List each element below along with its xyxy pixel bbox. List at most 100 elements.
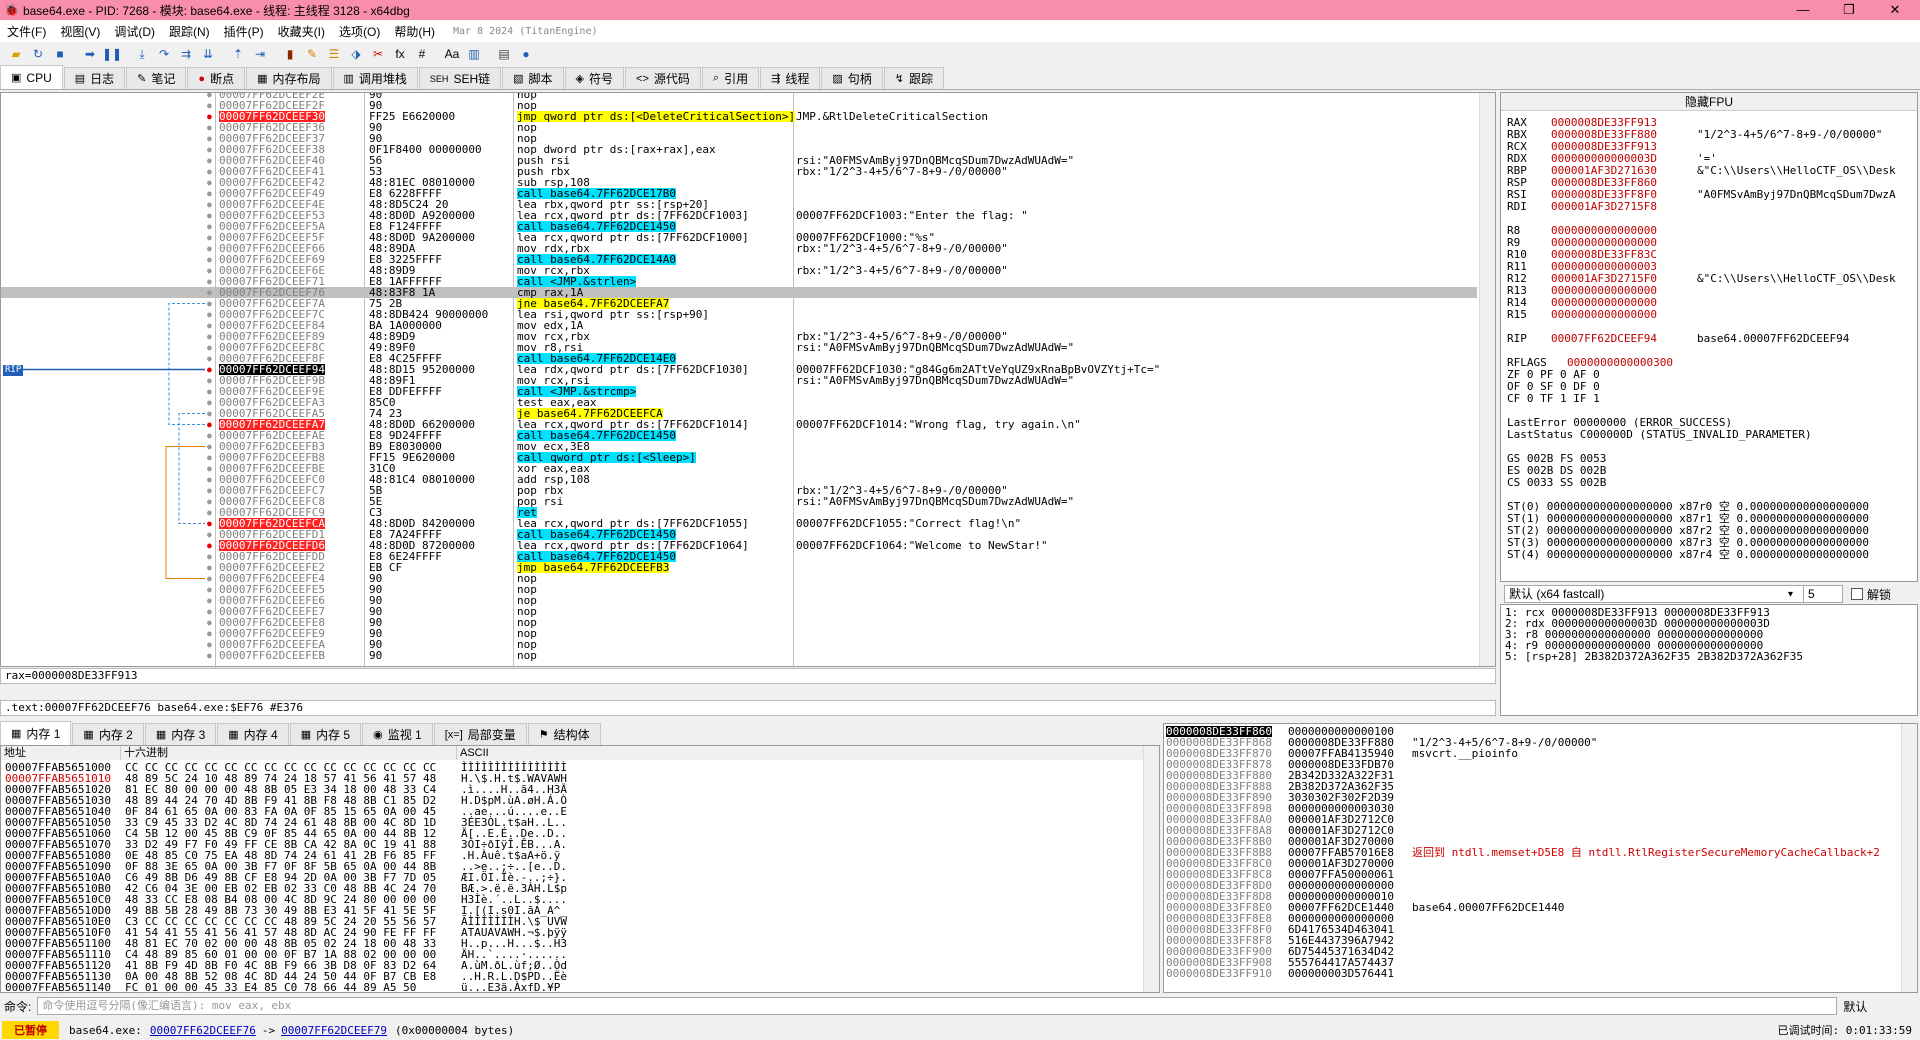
functions-icon[interactable]: fx — [390, 45, 410, 63]
breakpoint-dot-icon[interactable]: ● — [207, 573, 212, 584]
menu-file[interactable]: 文件(F) — [0, 23, 53, 40]
dump-scrollbar[interactable] — [1143, 746, 1159, 992]
labels-icon[interactable]: ⬗ — [346, 45, 366, 63]
tab-dump-2[interactable]: ▦ 内存 3 — [144, 723, 217, 745]
run-to-user-code-icon[interactable]: ⇥ — [250, 45, 270, 63]
close-button[interactable]: ✕ — [1872, 0, 1918, 20]
breakpoint-dot-icon[interactable]: ● — [207, 155, 212, 166]
tab-references[interactable]: ⌕ 引用 — [701, 67, 760, 89]
breakpoint-dot-icon[interactable]: ● — [207, 254, 212, 265]
stack-view[interactable]: 0000008DE33FF860 0000000000000100 0000008D… — [1163, 723, 1918, 993]
breakpoint-dot-icon[interactable]: ● — [207, 243, 212, 254]
breakpoint-dot-icon[interactable]: ● — [207, 606, 212, 617]
register-row[interactable]: R15 0000000000000000 — [1507, 309, 1657, 321]
restart-icon[interactable]: ↻ — [28, 45, 48, 63]
breakpoint-dot-icon[interactable]: ● — [207, 650, 212, 661]
breakpoint-dot-icon[interactable]: ● — [207, 353, 212, 364]
segment-row[interactable]: CS 0033 SS 002B — [1507, 477, 1606, 489]
menu-plugins[interactable]: 插件(P) — [217, 23, 271, 40]
breakpoint-dot-icon[interactable]: ● — [207, 375, 212, 386]
command-input[interactable]: 命令使用逗号分隔(像汇编语言): mov eax, ebx — [37, 997, 1838, 1015]
tab-dump-3[interactable]: ▦ 内存 4 — [217, 723, 289, 745]
breakpoint-dot-icon[interactable]: ● — [207, 518, 212, 529]
tab-dump-5[interactable]: ◉ 监视 1 — [362, 723, 433, 745]
register-row[interactable]: RDI 000001AF3D2715F8 — [1507, 201, 1657, 213]
breakpoint-dot-icon[interactable]: ● — [207, 485, 212, 496]
calculator-icon[interactable]: ▥ — [464, 45, 484, 63]
breakpoint-dot-icon[interactable]: ● — [207, 584, 212, 595]
breakpoint-dot-icon[interactable]: ● — [207, 397, 212, 408]
open-icon[interactable]: ▰ — [6, 45, 26, 63]
tab-threads[interactable]: ⇶ 线程 — [760, 67, 821, 89]
breakpoint-dot-icon[interactable]: ● — [207, 331, 212, 342]
tab-dump-6[interactable]: [x=] 局部变量 — [433, 723, 527, 745]
breakpoint-dot-icon[interactable]: ● — [207, 628, 212, 639]
comments-icon[interactable]: ☰ — [324, 45, 344, 63]
breakpoint-dot-icon[interactable]: ● — [207, 232, 212, 243]
minimize-button[interactable]: — — [1780, 0, 1826, 20]
disasm-row[interactable]: ● 00007FF62DCEEFEB 90 nop — [1, 650, 1477, 661]
breakpoint-dot-icon[interactable]: ● — [207, 199, 212, 210]
font-icon[interactable]: Aa — [442, 45, 462, 63]
status-to-address[interactable]: 00007FF62DCEEF79 — [281, 1024, 387, 1037]
bookmarks-icon[interactable]: ✂ — [368, 45, 388, 63]
manual-icon[interactable]: ▤ — [494, 45, 514, 63]
breakpoint-dot-icon[interactable]: ● — [207, 364, 212, 375]
tab-symbols[interactable]: ◈ 符号 — [564, 67, 625, 89]
about-icon[interactable]: ● — [516, 45, 536, 63]
memory-dump-view[interactable]: 地址 十六进制 ASCII 00007FFAB5651000 CC CC CC C… — [0, 745, 1160, 993]
breakpoint-dot-icon[interactable]: ● — [207, 133, 212, 144]
breakpoint-dot-icon[interactable]: ● — [207, 595, 212, 606]
breakpoint-dot-icon[interactable]: ● — [207, 309, 212, 320]
tab-notes[interactable]: ✎ 笔记 — [126, 67, 187, 89]
tab-breakpoints[interactable]: ● 断点 — [187, 67, 246, 89]
hide-fpu-button[interactable]: 隐藏FPU — [1501, 93, 1917, 111]
breakpoint-dot-icon[interactable]: ● — [207, 419, 212, 430]
breakpoint-dot-icon[interactable]: ● — [207, 430, 212, 441]
disassembly-scrollbar[interactable] — [1479, 93, 1495, 666]
menu-view[interactable]: 视图(V) — [53, 23, 107, 40]
breakpoint-dot-icon[interactable]: ● — [207, 144, 212, 155]
breakpoint-dot-icon[interactable]: ● — [207, 320, 212, 331]
step-into-icon[interactable]: ⤓ — [132, 45, 152, 63]
breakpoint-dot-icon[interactable]: ● — [207, 265, 212, 276]
breakpoint-dot-icon[interactable]: ● — [207, 463, 212, 474]
tab-dump-4[interactable]: ▦ 内存 5 — [289, 723, 362, 745]
breakpoint-dot-icon[interactable]: ● — [207, 474, 212, 485]
arguments-view[interactable]: 1: rcx 0000008DE33FF913 0000008DE33FF913… — [1500, 604, 1918, 716]
tab-dump-1[interactable]: ▦ 内存 2 — [72, 723, 144, 745]
breakpoint-dot-icon[interactable]: ● — [207, 540, 212, 551]
breakpoint-dot-icon[interactable]: ● — [207, 298, 212, 309]
breakpoint-dot-icon[interactable]: ● — [207, 93, 212, 100]
tab-cpu[interactable]: ▣ CPU — [0, 65, 63, 89]
execute-till-return-icon[interactable]: ⇡ — [228, 45, 248, 63]
flags-row[interactable]: CF 0 TF 1 IF 1 — [1507, 393, 1600, 405]
breakpoint-dot-icon[interactable]: ● — [207, 287, 212, 298]
breakpoint-dot-icon[interactable]: ● — [207, 507, 212, 518]
breakpoint-dot-icon[interactable]: ● — [207, 496, 212, 507]
breakpoint-dot-icon[interactable]: ● — [207, 100, 212, 111]
tab-dump-0[interactable]: ▦ 内存 1 — [0, 721, 72, 745]
menu-help[interactable]: 帮助(H) — [387, 23, 442, 40]
tab-seh[interactable]: SEH SEH链 — [418, 67, 502, 89]
unlock-checkbox[interactable] — [1851, 588, 1864, 600]
menu-debug[interactable]: 调试(D) — [107, 23, 162, 40]
breakpoint-dot-icon[interactable]: ● — [207, 342, 212, 353]
argument-row[interactable]: 5: [rsp+28] 2B382D372A362F35 2B382D372A3… — [1505, 651, 1913, 662]
tab-script[interactable]: ▧ 脚本 — [502, 67, 564, 89]
breakpoint-dot-icon[interactable]: ● — [207, 221, 212, 232]
tab-call-stack[interactable]: ▥ 调用堆栈 — [332, 67, 418, 89]
command-mode-select[interactable]: 默认 — [1843, 998, 1867, 1015]
breakpoint-dot-icon[interactable]: ● — [207, 529, 212, 540]
tab-dump-7[interactable]: ⚑ 结构体 — [527, 723, 601, 745]
breakpoint-dot-icon[interactable]: ● — [207, 111, 212, 122]
tab-source[interactable]: <> 源代码 — [625, 67, 701, 89]
trace-into-icon[interactable]: ⇉ — [176, 45, 196, 63]
tab-memory-map[interactable]: ▦ 内存布局 — [246, 67, 332, 89]
breakpoint-dot-icon[interactable]: ● — [207, 166, 212, 177]
run-icon[interactable]: ➡ — [80, 45, 100, 63]
chevron-down-icon[interactable]: ▾ — [1788, 589, 1793, 600]
rip-register[interactable]: RIP 00007FF62DCEEF94 base64.00007FF62DCEEF… — [1507, 333, 1849, 345]
calling-convention-select[interactable]: 默认 (x64 fastcall) — [1504, 585, 1804, 603]
stack-scrollbar[interactable] — [1901, 724, 1917, 992]
